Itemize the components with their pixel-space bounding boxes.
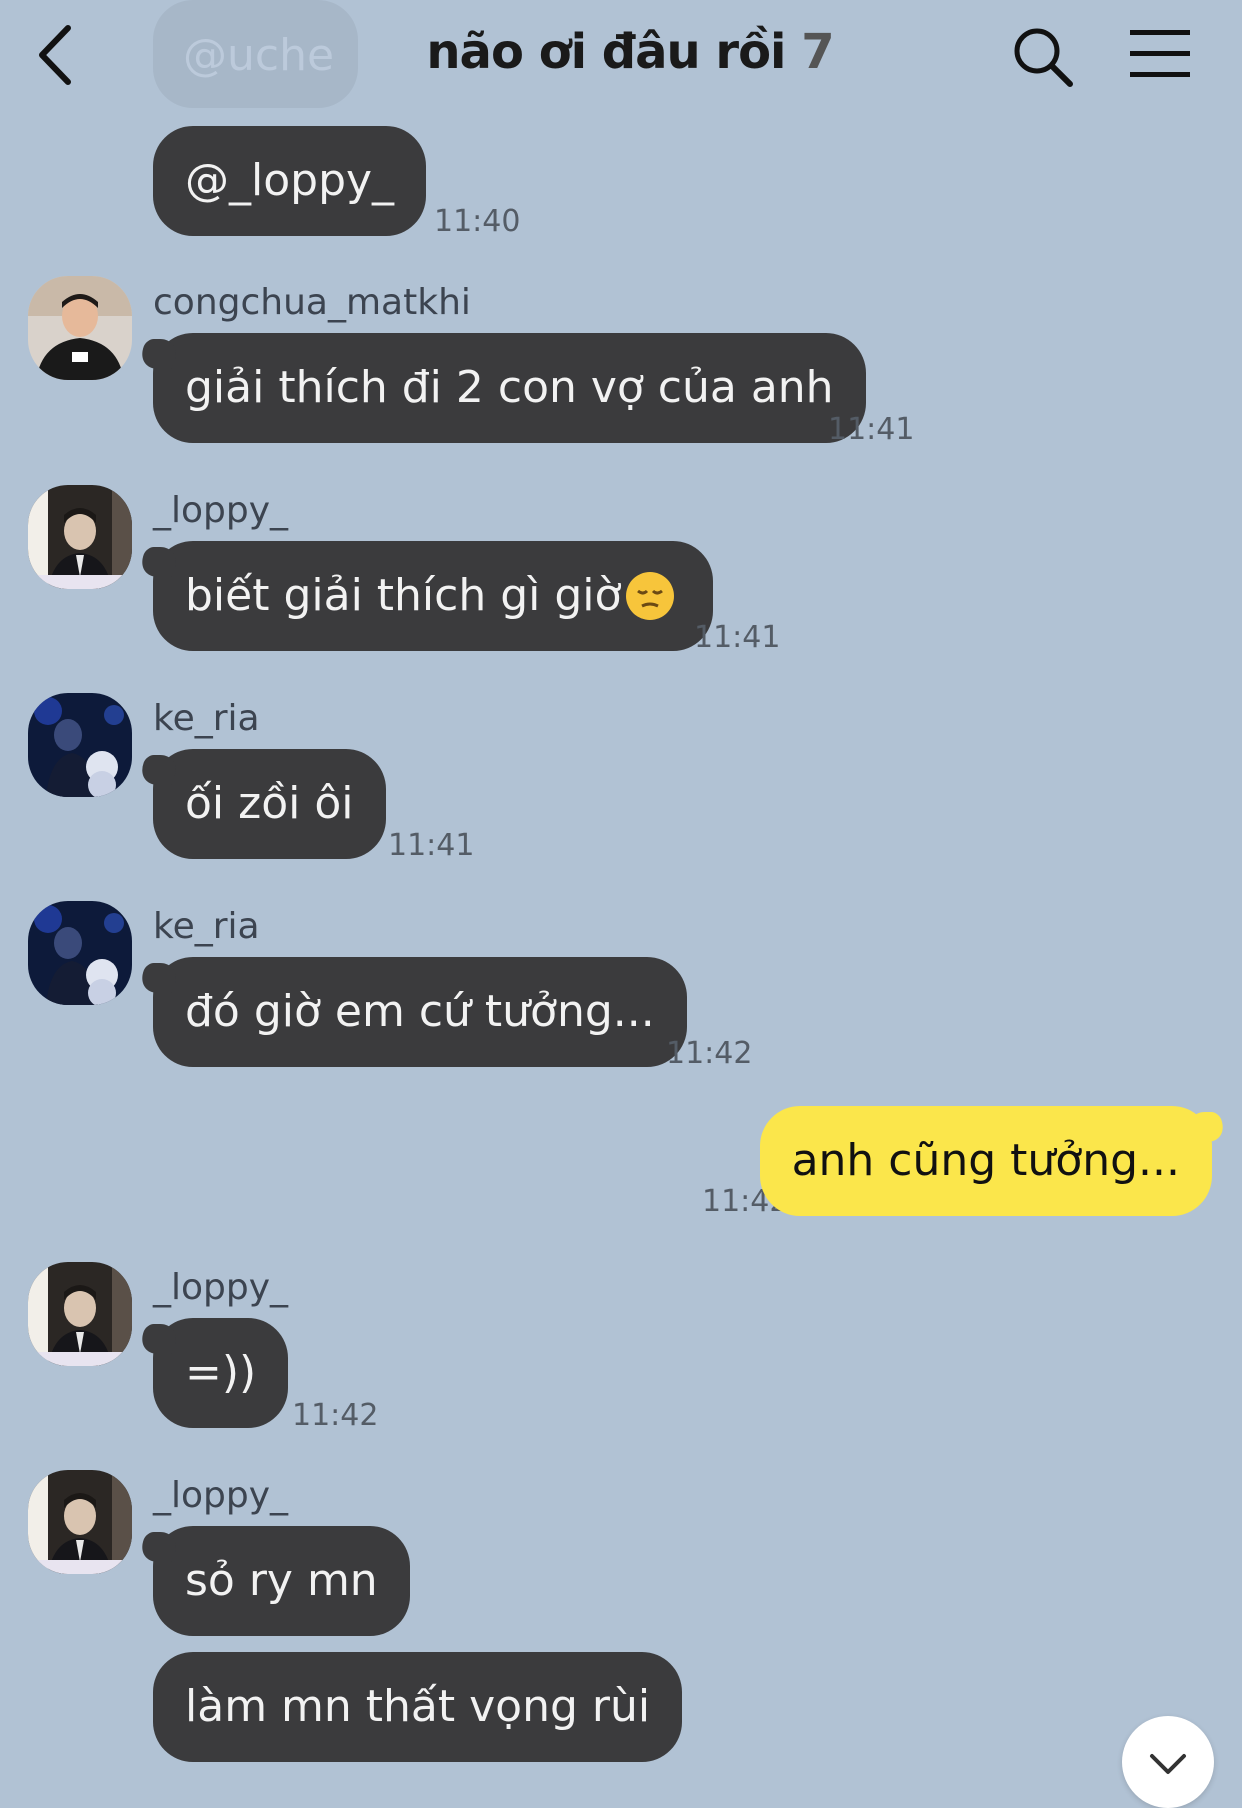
message-bubble[interactable]: ối zồi ôi xyxy=(153,749,386,859)
message-bubble[interactable]: biết giải thích gì giờ xyxy=(153,541,714,651)
scroll-to-bottom-button[interactable] xyxy=(1122,1716,1214,1808)
member-count: 7 xyxy=(801,24,834,80)
search-icon xyxy=(1014,28,1073,87)
hamburger-menu-icon xyxy=(1130,30,1190,77)
message-bubble[interactable]: giải thích đi 2 con vợ của anh xyxy=(153,333,866,443)
message-time: 11:40 xyxy=(434,204,521,239)
avatar-_loppy_[interactable] xyxy=(28,485,132,589)
search-button[interactable] xyxy=(1008,22,1078,92)
chat-header: não ơi đâu rồi 7 xyxy=(0,0,1242,110)
message-text: =)) xyxy=(185,1347,257,1398)
avatar-image xyxy=(28,276,132,380)
message-text: ối zồi ôi xyxy=(185,778,354,829)
message-text: giải thích đi 2 con vợ của anh xyxy=(185,362,834,413)
message-time: 11:42 xyxy=(666,1036,753,1071)
message-time: 11:42 xyxy=(292,1398,379,1433)
avatar-image xyxy=(28,693,132,797)
avatar-_loppy_[interactable] xyxy=(28,1470,132,1574)
message-time: 11:41 xyxy=(828,412,915,447)
back-button[interactable] xyxy=(30,20,90,90)
chat-title: não ơi đâu rồi 7 xyxy=(380,24,880,80)
sender-name: congchua_matkhi xyxy=(153,282,471,323)
sender-name: _loppy_ xyxy=(153,1475,289,1516)
avatar-image xyxy=(28,1262,132,1366)
sender-name: ke_ria xyxy=(153,698,260,739)
message-time: 11:41 xyxy=(388,828,475,863)
message-bubble[interactable]: đó giờ em cứ tưởng... xyxy=(153,957,687,1067)
my-message-bubble[interactable]: anh cũng tưởng... xyxy=(759,1106,1212,1216)
sender-name: _loppy_ xyxy=(153,490,289,531)
pensive-face-icon xyxy=(626,572,675,620)
message-text: làm mn thất vọng rùi xyxy=(185,1681,651,1732)
message-text: đó giờ em cứ tưởng... xyxy=(185,986,655,1037)
chevron-down-icon xyxy=(1150,1754,1186,1774)
chat-title-text: não ơi đâu rồi xyxy=(426,24,786,80)
message-bubble[interactable]: @_loppy_ xyxy=(153,126,427,236)
message-text: sỏ ry mn xyxy=(185,1555,378,1606)
back-arrow-icon xyxy=(39,25,71,85)
avatar-ke_ria[interactable] xyxy=(28,693,132,797)
message-text: anh cũng tưởng... xyxy=(791,1135,1180,1186)
avatar-congchua_matkhi[interactable] xyxy=(28,276,132,380)
avatar-image xyxy=(28,485,132,589)
message-bubble[interactable]: làm mn thất vọng rùi xyxy=(153,1652,683,1762)
avatar-image xyxy=(28,901,132,1005)
sender-name: ke_ria xyxy=(153,906,260,947)
message-text: @_loppy_ xyxy=(185,155,395,206)
avatar-image xyxy=(28,1470,132,1574)
message-time: 11:41 xyxy=(694,620,781,655)
avatar-_loppy_[interactable] xyxy=(28,1262,132,1366)
message-bubble[interactable]: =)) xyxy=(153,1318,289,1428)
message-text: biết giải thích gì giờ xyxy=(185,570,622,621)
menu-button[interactable] xyxy=(1126,22,1196,86)
sender-name: _loppy_ xyxy=(153,1267,289,1308)
message-bubble[interactable]: sỏ ry mn xyxy=(153,1526,410,1636)
avatar-ke_ria[interactable] xyxy=(28,901,132,1005)
